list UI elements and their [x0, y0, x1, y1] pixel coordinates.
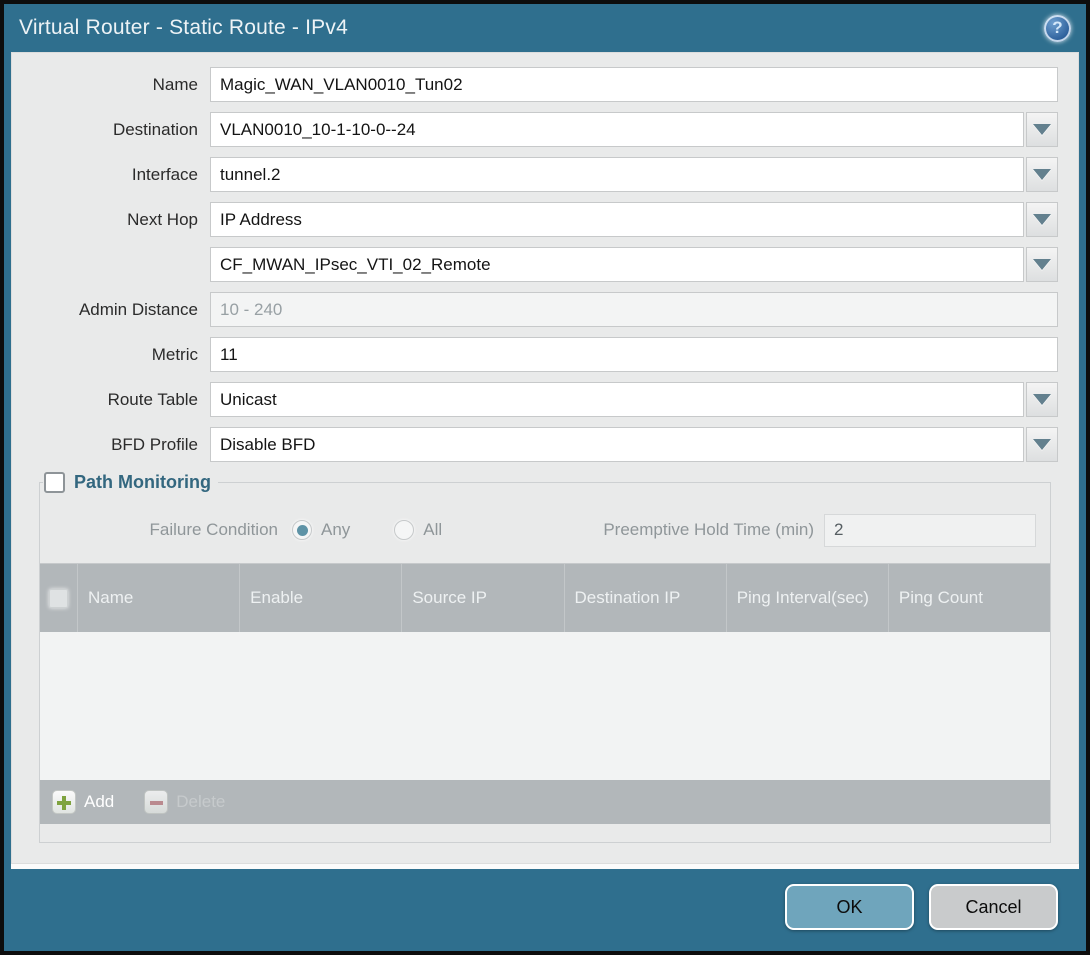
title-bar: Virtual Router - Static Route - IPv4 ?: [4, 4, 1086, 52]
preemptive-hold-time-label: Preemptive Hold Time (min): [603, 520, 824, 540]
table-header: Name Enable Source IP Destination IP Pin…: [40, 564, 1050, 632]
dialog-footer: OK Cancel: [4, 869, 1086, 951]
name-row: Name: [32, 67, 1058, 102]
next-hop-type-input[interactable]: [210, 202, 1024, 237]
preemptive-hold-time-input[interactable]: [824, 514, 1036, 547]
destination-dropdown-button[interactable]: [1026, 112, 1058, 147]
failure-condition-row: Failure Condition Any All Preemptive Hol…: [40, 513, 1036, 547]
destination-row: Destination: [32, 112, 1058, 147]
add-button[interactable]: Add: [52, 790, 114, 814]
delete-minus-icon: [144, 790, 168, 814]
bfd-profile-row: BFD Profile: [32, 427, 1058, 462]
path-monitoring-table: Name Enable Source IP Destination IP Pin…: [40, 563, 1050, 824]
failure-condition-all-radio[interactable]: [394, 520, 414, 540]
bfd-profile-dropdown-button[interactable]: [1026, 427, 1058, 462]
chevron-down-icon: [1033, 214, 1051, 225]
failure-condition-label: Failure Condition: [40, 520, 292, 540]
destination-input[interactable]: [210, 112, 1024, 147]
static-route-dialog: Virtual Router - Static Route - IPv4 ? N…: [0, 0, 1090, 955]
admin-distance-input[interactable]: [210, 292, 1058, 327]
delete-button[interactable]: Delete: [144, 790, 225, 814]
route-table-row: Route Table: [32, 382, 1058, 417]
help-icon[interactable]: ?: [1044, 15, 1071, 42]
next-hop-address-row: [32, 247, 1058, 282]
dialog-title: Virtual Router - Static Route - IPv4: [19, 16, 348, 40]
destination-label: Destination: [32, 120, 210, 140]
column-header-source-ip[interactable]: Source IP: [401, 564, 563, 632]
chevron-down-icon: [1033, 169, 1051, 180]
admin-distance-label: Admin Distance: [32, 300, 210, 320]
column-header-ping-count[interactable]: Ping Count: [888, 564, 1050, 632]
chevron-down-icon: [1033, 259, 1051, 270]
next-hop-label: Next Hop: [32, 210, 210, 230]
route-table-dropdown-button[interactable]: [1026, 382, 1058, 417]
cancel-button[interactable]: Cancel: [929, 884, 1058, 930]
add-button-label: Add: [84, 792, 114, 812]
delete-button-label: Delete: [176, 792, 225, 812]
column-header-destination-ip[interactable]: Destination IP: [564, 564, 726, 632]
path-monitoring-legend: Path Monitoring: [43, 472, 218, 493]
next-hop-row: Next Hop: [32, 202, 1058, 237]
dialog-content: Name Destination Interface: [11, 52, 1079, 864]
next-hop-address-dropdown-button[interactable]: [1026, 247, 1058, 282]
select-all-checkbox[interactable]: [49, 589, 68, 608]
route-table-label: Route Table: [32, 390, 210, 410]
name-input[interactable]: [210, 67, 1058, 102]
column-header-name[interactable]: Name: [77, 564, 239, 632]
failure-condition-any-radio[interactable]: [292, 520, 312, 540]
next-hop-address-input[interactable]: [210, 247, 1024, 282]
path-monitoring-section: Path Monitoring Failure Condition Any Al…: [39, 472, 1051, 843]
metric-label: Metric: [32, 345, 210, 365]
admin-distance-row: Admin Distance: [32, 292, 1058, 327]
bfd-profile-label: BFD Profile: [32, 435, 210, 455]
column-header-ping-interval[interactable]: Ping Interval(sec): [726, 564, 888, 632]
metric-input[interactable]: [210, 337, 1058, 372]
interface-row: Interface: [32, 157, 1058, 192]
path-monitoring-checkbox[interactable]: [44, 472, 65, 493]
bfd-profile-input[interactable]: [210, 427, 1024, 462]
failure-condition-any-label: Any: [321, 520, 350, 540]
failure-condition-all-label: All: [423, 520, 442, 540]
interface-dropdown-button[interactable]: [1026, 157, 1058, 192]
interface-label: Interface: [32, 165, 210, 185]
metric-row: Metric: [32, 337, 1058, 372]
route-table-input[interactable]: [210, 382, 1024, 417]
name-label: Name: [32, 75, 210, 95]
table-footer: Add Delete: [40, 780, 1050, 824]
column-header-enable[interactable]: Enable: [239, 564, 401, 632]
interface-input[interactable]: [210, 157, 1024, 192]
chevron-down-icon: [1033, 124, 1051, 135]
path-monitoring-title: Path Monitoring: [74, 472, 211, 493]
ok-button[interactable]: OK: [785, 884, 914, 930]
chevron-down-icon: [1033, 439, 1051, 450]
chevron-down-icon: [1033, 394, 1051, 405]
next-hop-type-dropdown-button[interactable]: [1026, 202, 1058, 237]
table-body-empty[interactable]: [40, 632, 1050, 780]
add-plus-icon: [52, 790, 76, 814]
select-all-cell: [40, 564, 77, 632]
